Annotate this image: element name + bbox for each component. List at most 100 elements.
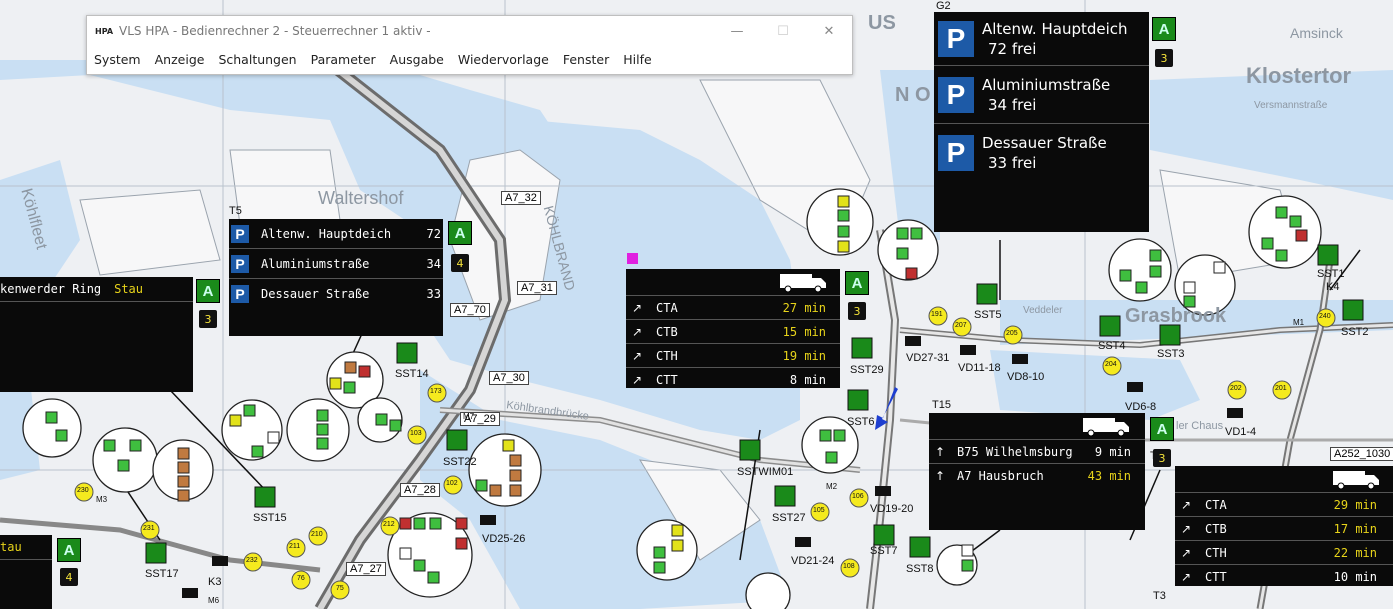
detector-number[interactable]: 210 [311,531,323,538]
detector-number[interactable]: 102 [446,480,458,487]
detector-number[interactable]: 173 [430,388,442,395]
parking-row[interactable]: P Aluminiumstraße 34 frei [934,66,1149,124]
station-label[interactable]: T5 [229,205,242,217]
maximize-button[interactable]: ☐ [760,24,806,39]
station-label[interactable]: SST3 [1157,348,1185,360]
station-label[interactable]: SST15 [253,512,287,524]
detector-number[interactable]: 75 [336,585,344,592]
info-row[interactable]: kenwerder Ring Stau [0,277,193,302]
travel-time-panel-t2[interactable]: ↗ CTA 29 min ↗ CTB 17 min ↗ CTH 22 min ↗… [1175,466,1393,586]
station-label[interactable]: G2 [936,0,951,12]
parking-panel-g2[interactable]: P Altenw. Hauptdeich 72 frei P Aluminium… [934,12,1149,232]
menu-wiedervorlage[interactable]: Wiedervorlage [458,52,549,67]
travel-time-row[interactable]: ↗ CTT 8 min [626,368,840,391]
station-label[interactable]: SST2 [1341,326,1369,338]
bulb-icon[interactable]: 4 [60,568,78,586]
station-label[interactable]: SSTWIM01 [737,466,793,478]
camera-label[interactable]: VD25-26 [482,533,525,545]
bulb-icon[interactable]: 3 [848,302,866,320]
station-label[interactable]: M1 [1293,318,1304,327]
road-label[interactable]: A7_32 [501,191,541,205]
sign-status-a-icon[interactable]: A [448,221,472,245]
bulb-icon[interactable]: 4 [451,254,469,272]
detector-number[interactable]: 191 [931,311,943,318]
title-bar[interactable]: HPA VLS HPA - Bedienrechner 2 - Steuerre… [87,16,852,46]
parking-panel-t5[interactable]: P Altenw. Hauptdeich 72 P Aluminiumstraß… [229,219,443,336]
sign-status-a-icon[interactable]: A [1152,17,1176,41]
camera-label[interactable]: VD27-31 [906,352,949,364]
road-label[interactable]: A7_27 [346,562,386,576]
station-label[interactable]: SST17 [145,568,179,580]
detector-number[interactable]: 106 [852,493,864,500]
station-label[interactable]: SST29 [850,364,884,376]
close-button[interactable]: ✕ [806,24,852,39]
station-label[interactable]: SST4 [1098,340,1126,352]
camera-label[interactable]: VD8-10 [1007,371,1044,383]
parking-row[interactable]: P Altenw. Hauptdeich 72 [229,219,443,249]
detector-number[interactable]: 207 [955,322,967,329]
detector-number[interactable]: 211 [289,543,300,550]
parking-row[interactable]: P Dessauer Straße 33 frei [934,124,1149,181]
info-panel-left[interactable]: kenwerder Ring Stau [0,277,193,392]
road-label[interactable]: A7_70 [450,303,490,317]
detector-number[interactable]: 204 [1105,361,1117,368]
detector-number[interactable]: 108 [843,563,855,570]
camera-label[interactable]: VD21-24 [791,555,834,567]
menu-fenster[interactable]: Fenster [563,52,609,67]
menu-hilfe[interactable]: Hilfe [623,52,651,67]
station-label[interactable]: T3 [1153,590,1166,602]
detector-number[interactable]: 232 [246,557,258,564]
station-label[interactable]: SST1 [1317,268,1345,280]
sign-status-a-icon[interactable]: A [845,271,869,295]
detector-number[interactable]: 205 [1006,330,1018,337]
travel-time-row[interactable]: ↗ CTA 27 min [626,296,840,320]
detector-number[interactable]: 105 [813,507,825,514]
camera-label[interactable]: VD6-8 [1125,401,1156,413]
app-window[interactable]: HPA VLS HPA - Bedienrechner 2 - Steuerre… [86,15,853,75]
minimize-button[interactable]: — [714,24,760,39]
detector-number[interactable]: 202 [1230,385,1242,392]
camera-label[interactable]: VD1-4 [1225,426,1256,438]
parking-row[interactable]: P Dessauer Straße 33 [229,279,443,308]
station-label[interactable]: M6 [208,596,219,605]
station-label[interactable]: SST8 [906,563,934,575]
camera-label[interactable]: VD11-18 [958,362,1001,374]
sign-status-a-icon[interactable]: A [57,538,81,562]
station-label[interactable]: SST22 [443,456,477,468]
travel-time-panel-center[interactable]: ↗ CTA 27 min ↗ CTB 15 min ↗ CTH 19 min ↗… [626,269,840,388]
detector-number[interactable]: 231 [143,525,155,532]
menu-system[interactable]: System [94,52,141,67]
detector-number[interactable]: 240 [1319,313,1331,320]
station-label[interactable]: M3 [96,495,107,504]
bulb-icon[interactable]: 3 [1155,49,1173,67]
station-label[interactable]: SST27 [772,512,806,524]
road-label[interactable]: A7_30 [489,371,529,385]
detector-number[interactable]: 103 [410,430,422,437]
menu-anzeige[interactable]: Anzeige [155,52,205,67]
sign-status-a-icon[interactable]: A [1150,417,1174,441]
station-label[interactable]: SST5 [974,309,1002,321]
travel-time-row[interactable]: ↗ CTH 19 min [626,344,840,368]
station-label[interactable]: M7 [463,412,474,421]
parking-row[interactable]: P Altenw. Hauptdeich 72 frei [934,12,1149,66]
station-label[interactable]: SST14 [395,368,429,380]
menu-ausgabe[interactable]: Ausgabe [390,52,444,67]
sign-status-a-icon[interactable]: A [196,279,220,303]
detector-number[interactable]: 76 [297,575,305,582]
travel-time-row[interactable]: ↗ CTH 22 min [1175,541,1393,565]
travel-time-row[interactable]: ↑ B75 Wilhelmsburg 9 min [929,440,1145,464]
menu-schaltungen[interactable]: Schaltungen [218,52,296,67]
info-row[interactable]: tau [0,535,52,560]
station-label[interactable]: SST7 [870,545,898,557]
station-label[interactable]: M2 [826,482,837,491]
travel-time-panel-t15[interactable]: ↑ B75 Wilhelmsburg 9 min ↑ A7 Hausbruch … [929,413,1145,530]
bulb-icon[interactable]: 3 [1153,449,1171,467]
camera-label[interactable]: VD19-20 [870,503,913,515]
parking-row[interactable]: P Aluminiumstraße 34 [229,249,443,279]
road-label[interactable]: A252_1030 [1330,447,1393,461]
bulb-icon[interactable]: 3 [199,310,217,328]
station-label[interactable]: T15 [932,399,951,411]
detector-number[interactable]: 230 [77,487,89,494]
info-panel-bottom-left[interactable]: tau [0,535,52,609]
travel-time-row[interactable]: ↑ A7 Hausbruch 43 min [929,464,1145,487]
